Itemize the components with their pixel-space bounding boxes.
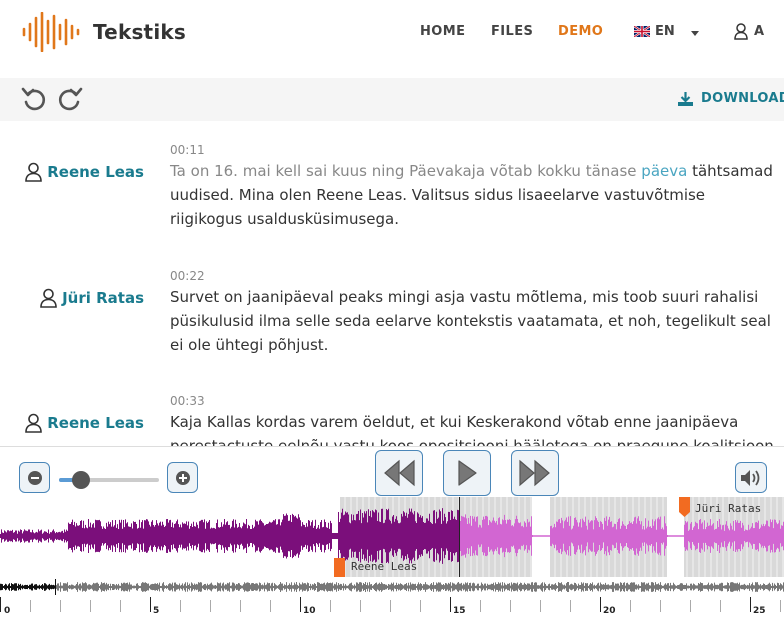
speaker-name: Reene Leas <box>47 414 144 432</box>
user-icon <box>40 288 57 308</box>
speaker-label[interactable]: Reene Leas <box>25 162 144 182</box>
plus-circle-icon <box>175 470 190 485</box>
timeline-tick-label: 5 <box>153 606 160 616</box>
language-selector[interactable]: EN <box>634 24 675 39</box>
timeline-tick-label: 25 <box>753 606 766 616</box>
timeline-tick-label: 0 <box>4 606 11 616</box>
timeline-tick-label: 20 <box>603 606 616 616</box>
fast-forward-button[interactable] <box>511 450 559 496</box>
download-button[interactable]: DOWNLOAD <box>678 91 784 106</box>
toolbar: DOWNLOAD <box>0 78 784 121</box>
user-icon <box>25 162 43 182</box>
nav-demo[interactable]: DEMO <box>558 24 603 42</box>
user-menu[interactable]: A <box>734 23 764 40</box>
user-initial: A <box>754 24 765 39</box>
volume-icon <box>741 469 760 486</box>
zoom-out-button[interactable] <box>19 462 50 493</box>
segment-speaker-label: Jüri Ratas <box>695 502 762 515</box>
volume-button[interactable] <box>735 462 767 493</box>
current-word: päeva <box>641 162 688 180</box>
segment-text[interactable]: Kaja Kallas kordas varem öeldut, et kui … <box>170 410 774 446</box>
play-icon <box>458 460 477 486</box>
uk-flag-icon <box>634 26 650 37</box>
header: Tekstiks HOME FILES DEMO EN A <box>0 0 784 78</box>
timeline-tick-label: 10 <box>303 606 316 616</box>
nav-files[interactable]: FILES <box>491 24 533 42</box>
waveform-timeline[interactable] <box>0 496 784 619</box>
user-icon <box>25 413 43 433</box>
segment-speaker-label: Reene Leas <box>351 560 418 573</box>
play-button[interactable] <box>443 450 491 496</box>
speaker-label[interactable]: Reene Leas <box>25 413 144 433</box>
app-title: Tekstiks <box>93 20 186 44</box>
logo[interactable] <box>22 12 82 52</box>
speaker-label[interactable]: Jüri Ratas <box>40 288 144 308</box>
download-label: DOWNLOAD <box>701 91 784 106</box>
timeline-tick-label: 15 <box>453 606 466 616</box>
download-icon <box>678 91 693 106</box>
speaker-name: Jüri Ratas <box>62 289 144 307</box>
fast-forward-icon <box>519 459 550 487</box>
rewind-icon <box>384 459 415 487</box>
segment-text[interactable]: Ta on 16. mai kell sai kuus ning Päevaka… <box>170 159 774 231</box>
zoom-in-button[interactable] <box>167 462 198 493</box>
user-icon <box>734 23 748 40</box>
zoom-slider[interactable] <box>59 471 159 489</box>
segment-time[interactable]: 00:33 <box>170 394 205 408</box>
language-label: EN <box>655 24 675 39</box>
played-text: Ta on 16. mai kell sai kuus ning Päevaka… <box>170 162 642 180</box>
transcript-panel[interactable]: 00:11 Reene Leas Ta on 16. mai kell sai … <box>0 121 784 446</box>
nav-home[interactable]: HOME <box>420 24 465 42</box>
segment-time[interactable]: 00:11 <box>170 143 205 157</box>
redo-icon[interactable] <box>56 85 84 113</box>
minus-circle-icon <box>27 470 42 485</box>
segment-text[interactable]: Survet on jaanipäeval peaks mingi asja v… <box>170 285 774 357</box>
zoom-slider-thumb[interactable] <box>72 471 90 489</box>
undo-icon[interactable] <box>20 85 48 113</box>
chevron-down-icon[interactable] <box>691 31 699 36</box>
rewind-button[interactable] <box>375 450 423 496</box>
speaker-name: Reene Leas <box>47 163 144 181</box>
segment-marker <box>334 558 345 577</box>
segment-time[interactable]: 00:22 <box>170 269 205 283</box>
logo-waveform-icon <box>22 12 80 52</box>
